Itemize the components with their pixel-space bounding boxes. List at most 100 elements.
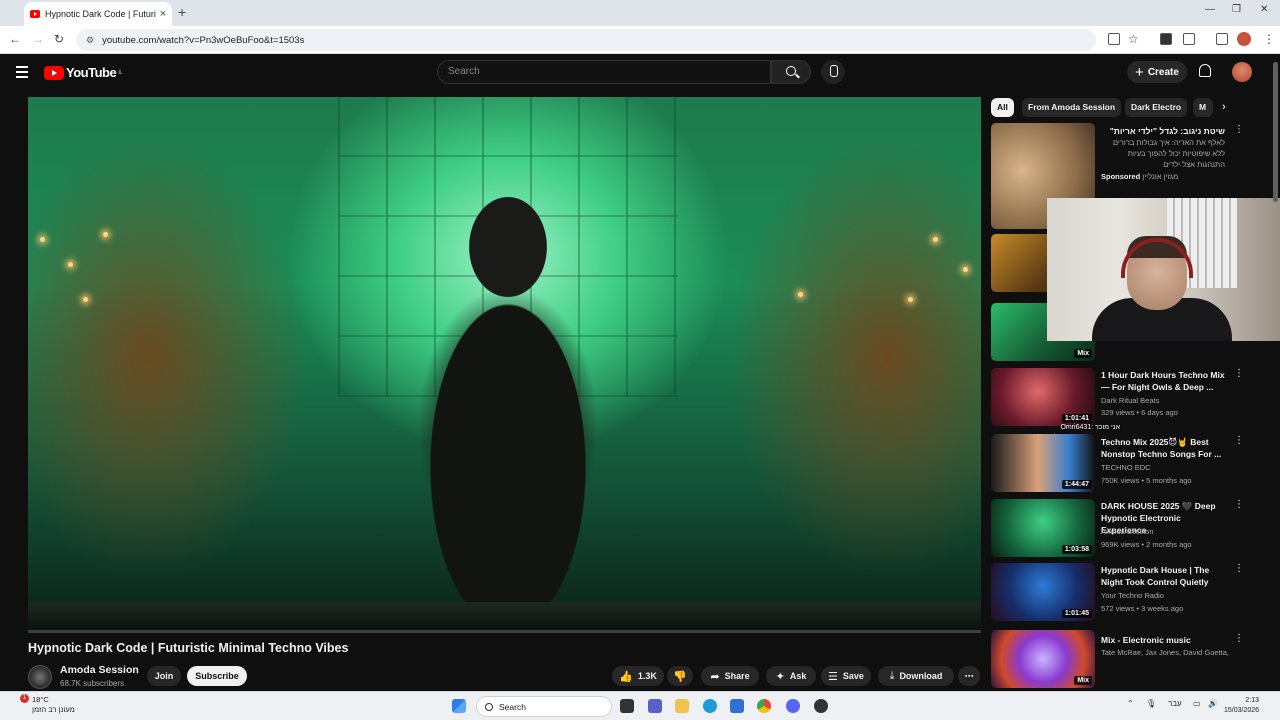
- recommendation-thumbnail[interactable]: Mix: [991, 630, 1095, 688]
- system-clock[interactable]: 2:13 15/03/2026: [1224, 696, 1259, 716]
- taskbar-search-label: Search: [499, 701, 526, 712]
- recommendation-title[interactable]: Hypnotic Dark House | The Night Took Con…: [1101, 564, 1225, 588]
- browser-tabstrip: Hypnotic Dark Code | Futuristic × + — ❐ …: [0, 0, 1280, 26]
- file-explorer-icon[interactable]: [675, 699, 689, 713]
- store-icon[interactable]: [730, 699, 744, 713]
- reload-icon[interactable]: ↻: [54, 32, 64, 46]
- new-tab-button[interactable]: +: [178, 4, 186, 20]
- sponsored-label: Sponsored: [1101, 172, 1141, 181]
- join-button[interactable]: Join: [147, 666, 181, 686]
- chip-all[interactable]: All: [991, 98, 1014, 117]
- like-button[interactable]: 👍 1.3K: [612, 666, 664, 686]
- discord-icon[interactable]: [786, 699, 800, 713]
- url-text: youtube.com/watch?v=Pn3wOeBuFoo&t=1503s: [102, 34, 305, 46]
- tray-chevron-icon[interactable]: ⌃: [1127, 699, 1134, 708]
- notifications-bell-icon[interactable]: [1199, 64, 1211, 77]
- extensions-puzzle-icon[interactable]: [1183, 33, 1195, 45]
- create-button[interactable]: + Create: [1127, 61, 1187, 83]
- video-subject: [408, 137, 608, 633]
- ask-button[interactable]: ✦ Ask: [766, 666, 816, 686]
- youtube-logo[interactable]: YouTube IL: [44, 65, 123, 80]
- like-count: 1.3K: [637, 671, 657, 681]
- recommendation-meta: 969K views • 2 months ago: [1101, 540, 1192, 549]
- chip-from-amoda-session[interactable]: From Amoda Session: [1022, 98, 1122, 117]
- recommendation-title[interactable]: 1 Hour Dark Hours Techno Mix — For Night…: [1101, 369, 1225, 393]
- search-button[interactable]: [771, 60, 811, 84]
- video-player[interactable]: [28, 97, 981, 633]
- ad-title[interactable]: שיטת ניגוב: לגדל "ילדי אריות": [1101, 125, 1225, 137]
- temperature: 18°C: [32, 695, 49, 704]
- save-button[interactable]: ☰ Save: [821, 666, 871, 686]
- network-icon[interactable]: ▭: [1193, 699, 1201, 708]
- menu-icon[interactable]: [16, 66, 28, 81]
- task-view-icon[interactable]: [620, 699, 634, 713]
- candle-light: [798, 292, 803, 297]
- recommendation-menu-icon[interactable]: ⋮: [1234, 500, 1244, 510]
- ask-label: Ask: [789, 671, 807, 681]
- maximize-icon[interactable]: ❐: [1232, 4, 1241, 15]
- duration-badge: 1:03:58: [1061, 545, 1092, 554]
- progress-bar[interactable]: [28, 630, 981, 633]
- recommendation-thumbnail[interactable]: 1:01:45: [991, 563, 1095, 621]
- channel-name[interactable]: Amoda Session: [60, 664, 139, 676]
- obs-icon[interactable]: [814, 699, 828, 713]
- browser-tab[interactable]: Hypnotic Dark Code | Futuristic ×: [24, 2, 172, 26]
- account-avatar[interactable]: [1232, 62, 1252, 82]
- logo-region: IL: [118, 69, 123, 76]
- recommendation-menu-icon[interactable]: ⋮: [1234, 436, 1244, 446]
- recommendation-title[interactable]: Techno Mix 2025😈🤘 Best Nonstop Techno So…: [1101, 436, 1225, 460]
- browser-toolbar: ← → ↻ ⚙ youtube.com/watch?v=Pn3wOeBuFoo&…: [0, 26, 1280, 54]
- chip-more[interactable]: M: [1193, 98, 1213, 117]
- recommendation-menu-icon[interactable]: ⋮: [1234, 369, 1244, 379]
- mic-tray-icon[interactable]: 🎙: [1146, 699, 1156, 708]
- subscriber-count: 68.7K subscribers: [60, 679, 125, 688]
- search-icon: [485, 702, 493, 711]
- taskbar-search[interactable]: Search: [476, 696, 612, 717]
- channel-avatar[interactable]: [28, 665, 52, 689]
- candle-light: [933, 237, 938, 242]
- close-window-icon[interactable]: ✕: [1260, 4, 1268, 15]
- tab-close-icon[interactable]: ×: [160, 8, 166, 20]
- minimize-icon[interactable]: —: [1205, 4, 1215, 15]
- recommendation-thumbnail[interactable]: 1:44:47: [991, 434, 1095, 492]
- recommendation-channel: Dark Ritual Beats: [1101, 396, 1160, 405]
- page-scrollbar[interactable]: [1273, 62, 1278, 202]
- install-app-icon[interactable]: [1108, 33, 1120, 45]
- duration-badge: 1:01:41: [1061, 414, 1092, 423]
- recommendation-title[interactable]: Mix - Electronic music: [1101, 634, 1225, 646]
- edge-icon[interactable]: [703, 699, 717, 713]
- address-bar[interactable]: ⚙ youtube.com/watch?v=Pn3wOeBuFoo&t=1503…: [76, 29, 1096, 51]
- profile-avatar[interactable]: [1237, 32, 1251, 46]
- media-control-icon[interactable]: [1216, 33, 1228, 45]
- bookmark-star-icon[interactable]: ☆: [1128, 32, 1139, 46]
- more-actions-button[interactable]: ⋯: [958, 666, 980, 686]
- recommendation-thumbnail[interactable]: 1:03:58: [991, 499, 1095, 557]
- duration-badge: 1:01:45: [1061, 609, 1092, 618]
- browser-menu-icon[interactable]: ⋮: [1263, 32, 1275, 46]
- dislike-button[interactable]: 👎: [667, 666, 693, 686]
- back-icon[interactable]: ←: [9, 32, 21, 46]
- search-input[interactable]: Search: [437, 60, 771, 84]
- volume-icon[interactable]: 🔊: [1208, 699, 1218, 708]
- chip-dark-electro[interactable]: Dark Electro: [1125, 98, 1188, 117]
- recommendation-menu-icon[interactable]: ⋮: [1234, 634, 1244, 644]
- chrome-icon[interactable]: [757, 699, 771, 713]
- weather-widget[interactable]: 1 18°C מעונן רב הזמן: [8, 694, 75, 715]
- chevron-right-icon[interactable]: ›: [1222, 101, 1226, 113]
- teams-icon[interactable]: [648, 699, 662, 713]
- forward-icon[interactable]: →: [32, 32, 44, 46]
- download-icon: ⤓: [889, 669, 895, 682]
- voice-search-icon[interactable]: [821, 60, 845, 84]
- thumbs-down-icon: 👎: [673, 670, 687, 683]
- extension-icon[interactable]: [1160, 33, 1172, 45]
- recommendation-thumbnail[interactable]: 1:01:41: [991, 368, 1095, 426]
- site-info-icon[interactable]: ⚙: [86, 35, 94, 46]
- recommendation-menu-icon[interactable]: ⋮: [1234, 564, 1244, 574]
- windows-start-icon[interactable]: [452, 699, 466, 713]
- candle-light: [963, 267, 968, 272]
- download-button[interactable]: ⤓ Download: [878, 666, 954, 686]
- share-button[interactable]: ➦ Share: [701, 666, 759, 686]
- subscribe-button[interactable]: Subscribe: [187, 666, 247, 686]
- language-indicator[interactable]: עבר: [1168, 699, 1182, 708]
- ad-menu-icon[interactable]: ⋮: [1234, 125, 1244, 135]
